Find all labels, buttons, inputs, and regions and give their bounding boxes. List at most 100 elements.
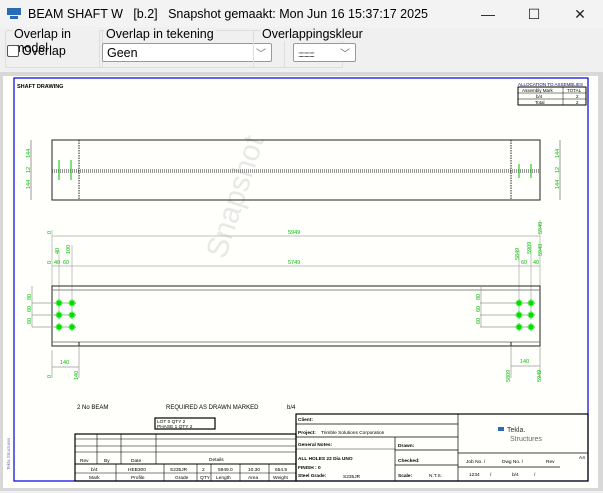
svg-text:FINISH : 0: FINISH : 0 bbox=[298, 465, 321, 471]
svg-text:N.T.S.: N.T.S. bbox=[429, 473, 442, 479]
svg-text:S235JR: S235JR bbox=[170, 467, 188, 473]
svg-text:Drawn:: Drawn: bbox=[398, 443, 415, 449]
svg-text:HEB300: HEB300 bbox=[128, 467, 146, 473]
svg-text:A4: A4 bbox=[579, 455, 585, 461]
svg-text:100: 100 bbox=[66, 245, 72, 254]
svg-text:140: 140 bbox=[520, 359, 529, 365]
hole-crosshair bbox=[55, 299, 63, 307]
bolt-holes bbox=[55, 299, 535, 331]
svg-text:1234: 1234 bbox=[469, 472, 480, 478]
drawing-paper: SHAFT DRAWING Tekla Structures Snapshot … bbox=[3, 76, 598, 488]
svg-text:0: 0 bbox=[47, 261, 53, 264]
svg-text:10.30: 10.30 bbox=[248, 467, 260, 473]
svg-text:/: / bbox=[534, 472, 536, 478]
svg-text:40: 40 bbox=[533, 260, 539, 266]
hole-crosshair bbox=[68, 323, 76, 331]
overlap-drawing-label: Overlap in tekening bbox=[104, 27, 216, 41]
title-bar: BEAM SHAFT W [b.2] Snapshot gemaakt: Mon… bbox=[0, 0, 603, 28]
svg-text:Project:: Project: bbox=[298, 430, 316, 436]
chevron-down-icon: ﹀ bbox=[340, 49, 350, 60]
close-button[interactable]: ✕ bbox=[557, 0, 603, 28]
svg-text:S235JR: S235JR bbox=[343, 474, 361, 480]
svg-text:12: 12 bbox=[26, 167, 32, 173]
parts-table: Rev By Date Details b/4 HEB300 S235JR 2 5949.0 1… bbox=[74, 433, 297, 482]
svg-text:144: 144 bbox=[555, 149, 561, 158]
overlap-color-group: Overlappingskleur ::::::::::::: ﹀ bbox=[253, 27, 365, 68]
svg-text:Mark: Mark bbox=[89, 475, 100, 481]
svg-text:ALLOCATION TO ASSEMBLIES: ALLOCATION TO ASSEMBLIES bbox=[518, 82, 583, 87]
svg-text:2: 2 bbox=[576, 94, 579, 99]
svg-text:Assembly Mark: Assembly Mark bbox=[522, 88, 554, 93]
svg-text:b/4: b/4 bbox=[287, 405, 296, 411]
svg-text:Profile: Profile bbox=[131, 475, 145, 481]
overlap-checkbox[interactable]: Overlap bbox=[7, 44, 66, 58]
svg-text:Dwg No. /: Dwg No. / bbox=[502, 459, 524, 465]
svg-text:5949: 5949 bbox=[288, 230, 300, 236]
hole-crosshair bbox=[515, 299, 523, 307]
svg-text:Rev: Rev bbox=[80, 458, 89, 464]
svg-text:80: 80 bbox=[27, 294, 33, 300]
svg-text:Length: Length bbox=[216, 475, 231, 481]
overlap-color-select[interactable]: ::::::::::::: ﹀ bbox=[293, 43, 356, 62]
overlap-color-value: ::::::::::::: bbox=[298, 50, 315, 59]
svg-text:Job No. /: Job No. / bbox=[466, 459, 486, 465]
drawing-canvas[interactable]: SHAFT DRAWING Tekla Structures Snapshot … bbox=[0, 72, 603, 491]
svg-text:60: 60 bbox=[63, 260, 69, 266]
hole-crosshair bbox=[527, 323, 535, 331]
svg-text:140: 140 bbox=[74, 371, 80, 380]
svg-text:60: 60 bbox=[476, 306, 482, 312]
maximize-button[interactable]: ☐ bbox=[511, 0, 557, 28]
checkbox-box[interactable] bbox=[7, 45, 19, 57]
svg-text:0: 0 bbox=[47, 231, 53, 234]
svg-text:60: 60 bbox=[27, 318, 33, 324]
svg-text:REQUIRED AS DRAWN MARKED: REQUIRED AS DRAWN MARKED bbox=[166, 405, 259, 411]
svg-text:Details: Details bbox=[209, 457, 224, 463]
svg-text:Grade: Grade bbox=[175, 475, 189, 481]
hole-crosshair bbox=[527, 299, 535, 307]
svg-text:2: 2 bbox=[576, 100, 579, 105]
minimize-button[interactable]: — bbox=[465, 0, 511, 28]
svg-text:60: 60 bbox=[521, 260, 527, 266]
overlap-checkbox-label: Overlap bbox=[22, 44, 66, 58]
hole-crosshair bbox=[515, 323, 523, 331]
svg-text:Trimble Solutions Corporation: Trimble Solutions Corporation bbox=[321, 430, 385, 436]
overlap-model-group: Overlap in model Overlap bbox=[5, 27, 103, 68]
svg-text:5809: 5809 bbox=[506, 370, 512, 382]
svg-text:Scale:: Scale: bbox=[398, 473, 413, 479]
svg-text:5949: 5949 bbox=[537, 370, 543, 382]
svg-text:ALL HOLES 22 Dia UNO: ALL HOLES 22 Dia UNO bbox=[298, 456, 353, 462]
svg-text:/: / bbox=[490, 472, 492, 478]
side-text: Tekla Structures bbox=[6, 437, 11, 470]
beam-front-view bbox=[31, 285, 541, 378]
hole-crosshair bbox=[515, 311, 523, 319]
svg-text:2 No BEAM: 2 No BEAM bbox=[77, 405, 108, 411]
app-icon bbox=[7, 8, 21, 20]
hole-crosshair bbox=[68, 311, 76, 319]
svg-text:144: 144 bbox=[555, 180, 561, 189]
window-title: BEAM SHAFT W [b.2] Snapshot gemaakt: Mon… bbox=[28, 7, 428, 21]
svg-text:b/4: b/4 bbox=[91, 467, 98, 473]
svg-text:2: 2 bbox=[202, 467, 205, 473]
svg-text:Weight: Weight bbox=[273, 475, 289, 481]
overlap-drawing-select[interactable]: Geen ﹀ bbox=[102, 43, 272, 62]
svg-text:40: 40 bbox=[54, 260, 60, 266]
svg-text:80: 80 bbox=[476, 294, 482, 300]
hole-crosshair bbox=[55, 311, 63, 319]
overlap-color-label: Overlappingskleur bbox=[260, 27, 365, 41]
svg-text:PHASE 1 QTY 2: PHASE 1 QTY 2 bbox=[157, 424, 193, 430]
svg-text:Rev: Rev bbox=[546, 459, 555, 465]
beam-top-view bbox=[30, 139, 561, 201]
svg-text:Total: Total bbox=[535, 100, 545, 105]
hole-crosshair bbox=[55, 323, 63, 331]
drawing-title: SHAFT DRAWING bbox=[17, 84, 63, 90]
lot-box: LOT 0 QTY 2 PHASE 1 QTY 2 bbox=[154, 417, 216, 430]
svg-text:5749: 5749 bbox=[288, 260, 300, 266]
watermark: Snapshot bbox=[200, 131, 271, 262]
svg-text:654.9: 654.9 bbox=[275, 467, 287, 473]
svg-text:Steel Grade:: Steel Grade: bbox=[298, 473, 327, 479]
svg-text:144: 144 bbox=[26, 180, 32, 189]
svg-text:b/4: b/4 bbox=[512, 472, 519, 478]
svg-text:5949: 5949 bbox=[538, 222, 544, 234]
svg-text:General Notes:: General Notes: bbox=[298, 442, 333, 448]
overlap-drawing-value: Geen bbox=[107, 46, 138, 60]
